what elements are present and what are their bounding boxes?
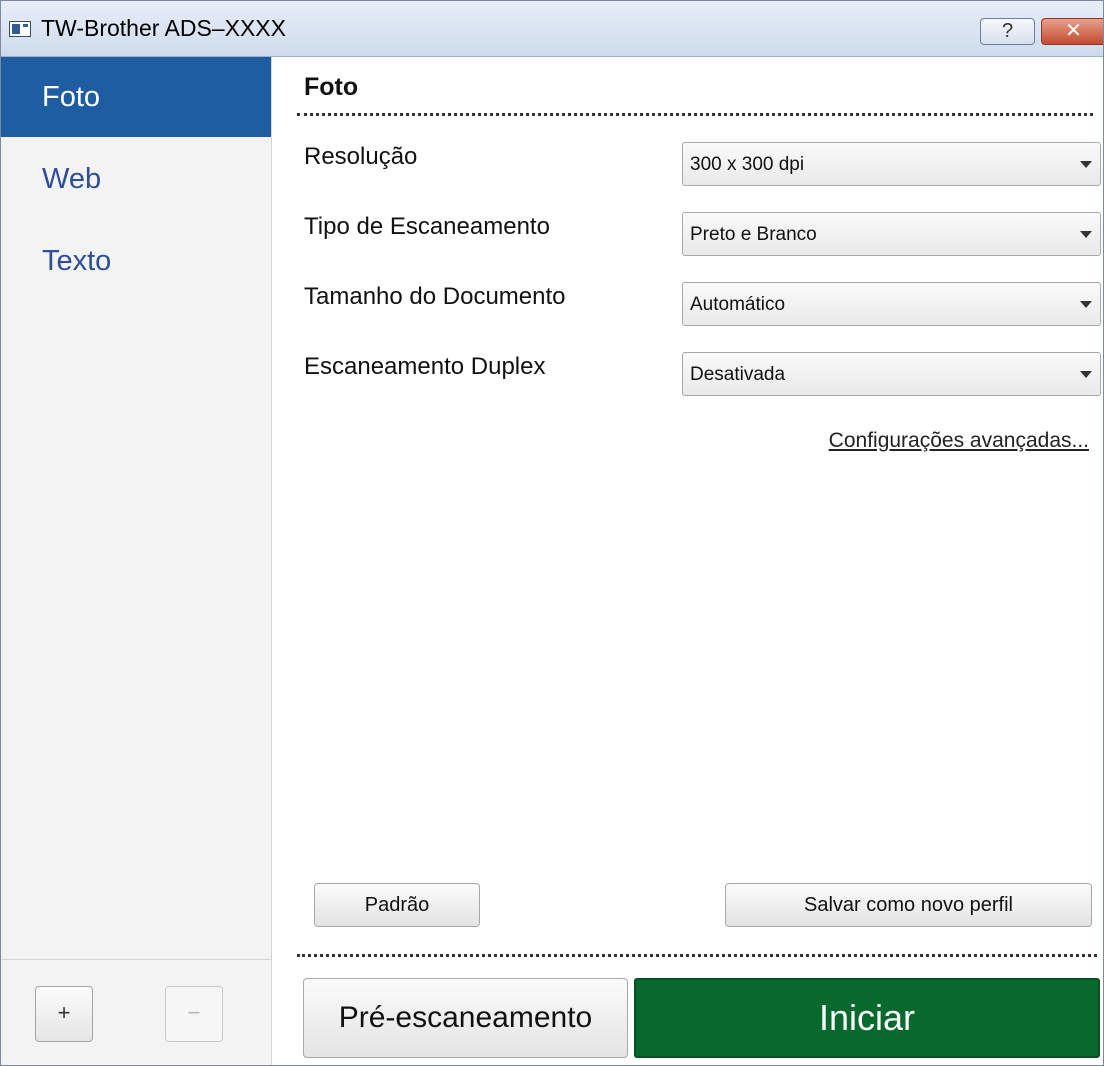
chevron-down-icon — [1080, 161, 1092, 168]
title-divider — [297, 113, 1093, 116]
close-icon[interactable]: ✕ — [1041, 18, 1103, 45]
prescan-button[interactable]: Pré-escaneamento — [303, 978, 628, 1058]
duplex-value: Desativada — [690, 364, 786, 385]
window-title: TW-Brother ADS–XXXX — [41, 15, 286, 41]
start-button[interactable]: Iniciar — [634, 978, 1100, 1058]
chevron-down-icon — [1080, 301, 1092, 308]
chevron-down-icon — [1080, 231, 1092, 238]
document-size-value: Automático — [690, 294, 786, 315]
title-bar[interactable]: TW-Brother ADS–XXXX ? ✕ — [1, 1, 1103, 57]
sidebar-item-texto[interactable]: Texto — [1, 221, 271, 301]
sidebar-item-foto[interactable]: Foto — [1, 57, 271, 137]
sidebar-item-web[interactable]: Web — [1, 139, 271, 219]
resolution-select[interactable]: 300 x 300 dpi — [682, 142, 1101, 186]
scan-type-value: Preto e Branco — [690, 224, 817, 245]
default-button[interactable]: Padrão — [314, 883, 480, 927]
app-window-icon — [9, 21, 31, 37]
duplex-label: Escaneamento Duplex — [304, 353, 546, 380]
scan-type-select[interactable]: Preto e Branco — [682, 212, 1101, 256]
profile-sidebar: Foto Web Texto + − — [1, 57, 272, 1065]
help-button[interactable]: ? — [980, 18, 1035, 45]
sidebar-divider — [1, 959, 271, 960]
resolution-value: 300 x 300 dpi — [690, 154, 805, 175]
action-divider — [297, 954, 1097, 957]
resolution-label: Resolução — [304, 143, 418, 170]
document-size-label: Tamanho do Documento — [304, 283, 566, 310]
save-profile-button[interactable]: Salvar como novo perfil — [725, 883, 1092, 927]
add-profile-button[interactable]: + — [35, 986, 93, 1042]
scan-window: TW-Brother ADS–XXXX ? ✕ Foto Web Texto +… — [0, 0, 1104, 1066]
scan-type-label: Tipo de Escaneamento — [304, 213, 550, 240]
advanced-settings-link[interactable]: Configurações avançadas... — [829, 429, 1089, 453]
document-size-select[interactable]: Automático — [682, 282, 1101, 326]
chevron-down-icon — [1080, 371, 1092, 378]
section-title: Foto — [304, 73, 359, 101]
duplex-select[interactable]: Desativada — [682, 352, 1101, 396]
remove-profile-button[interactable]: − — [165, 986, 223, 1042]
